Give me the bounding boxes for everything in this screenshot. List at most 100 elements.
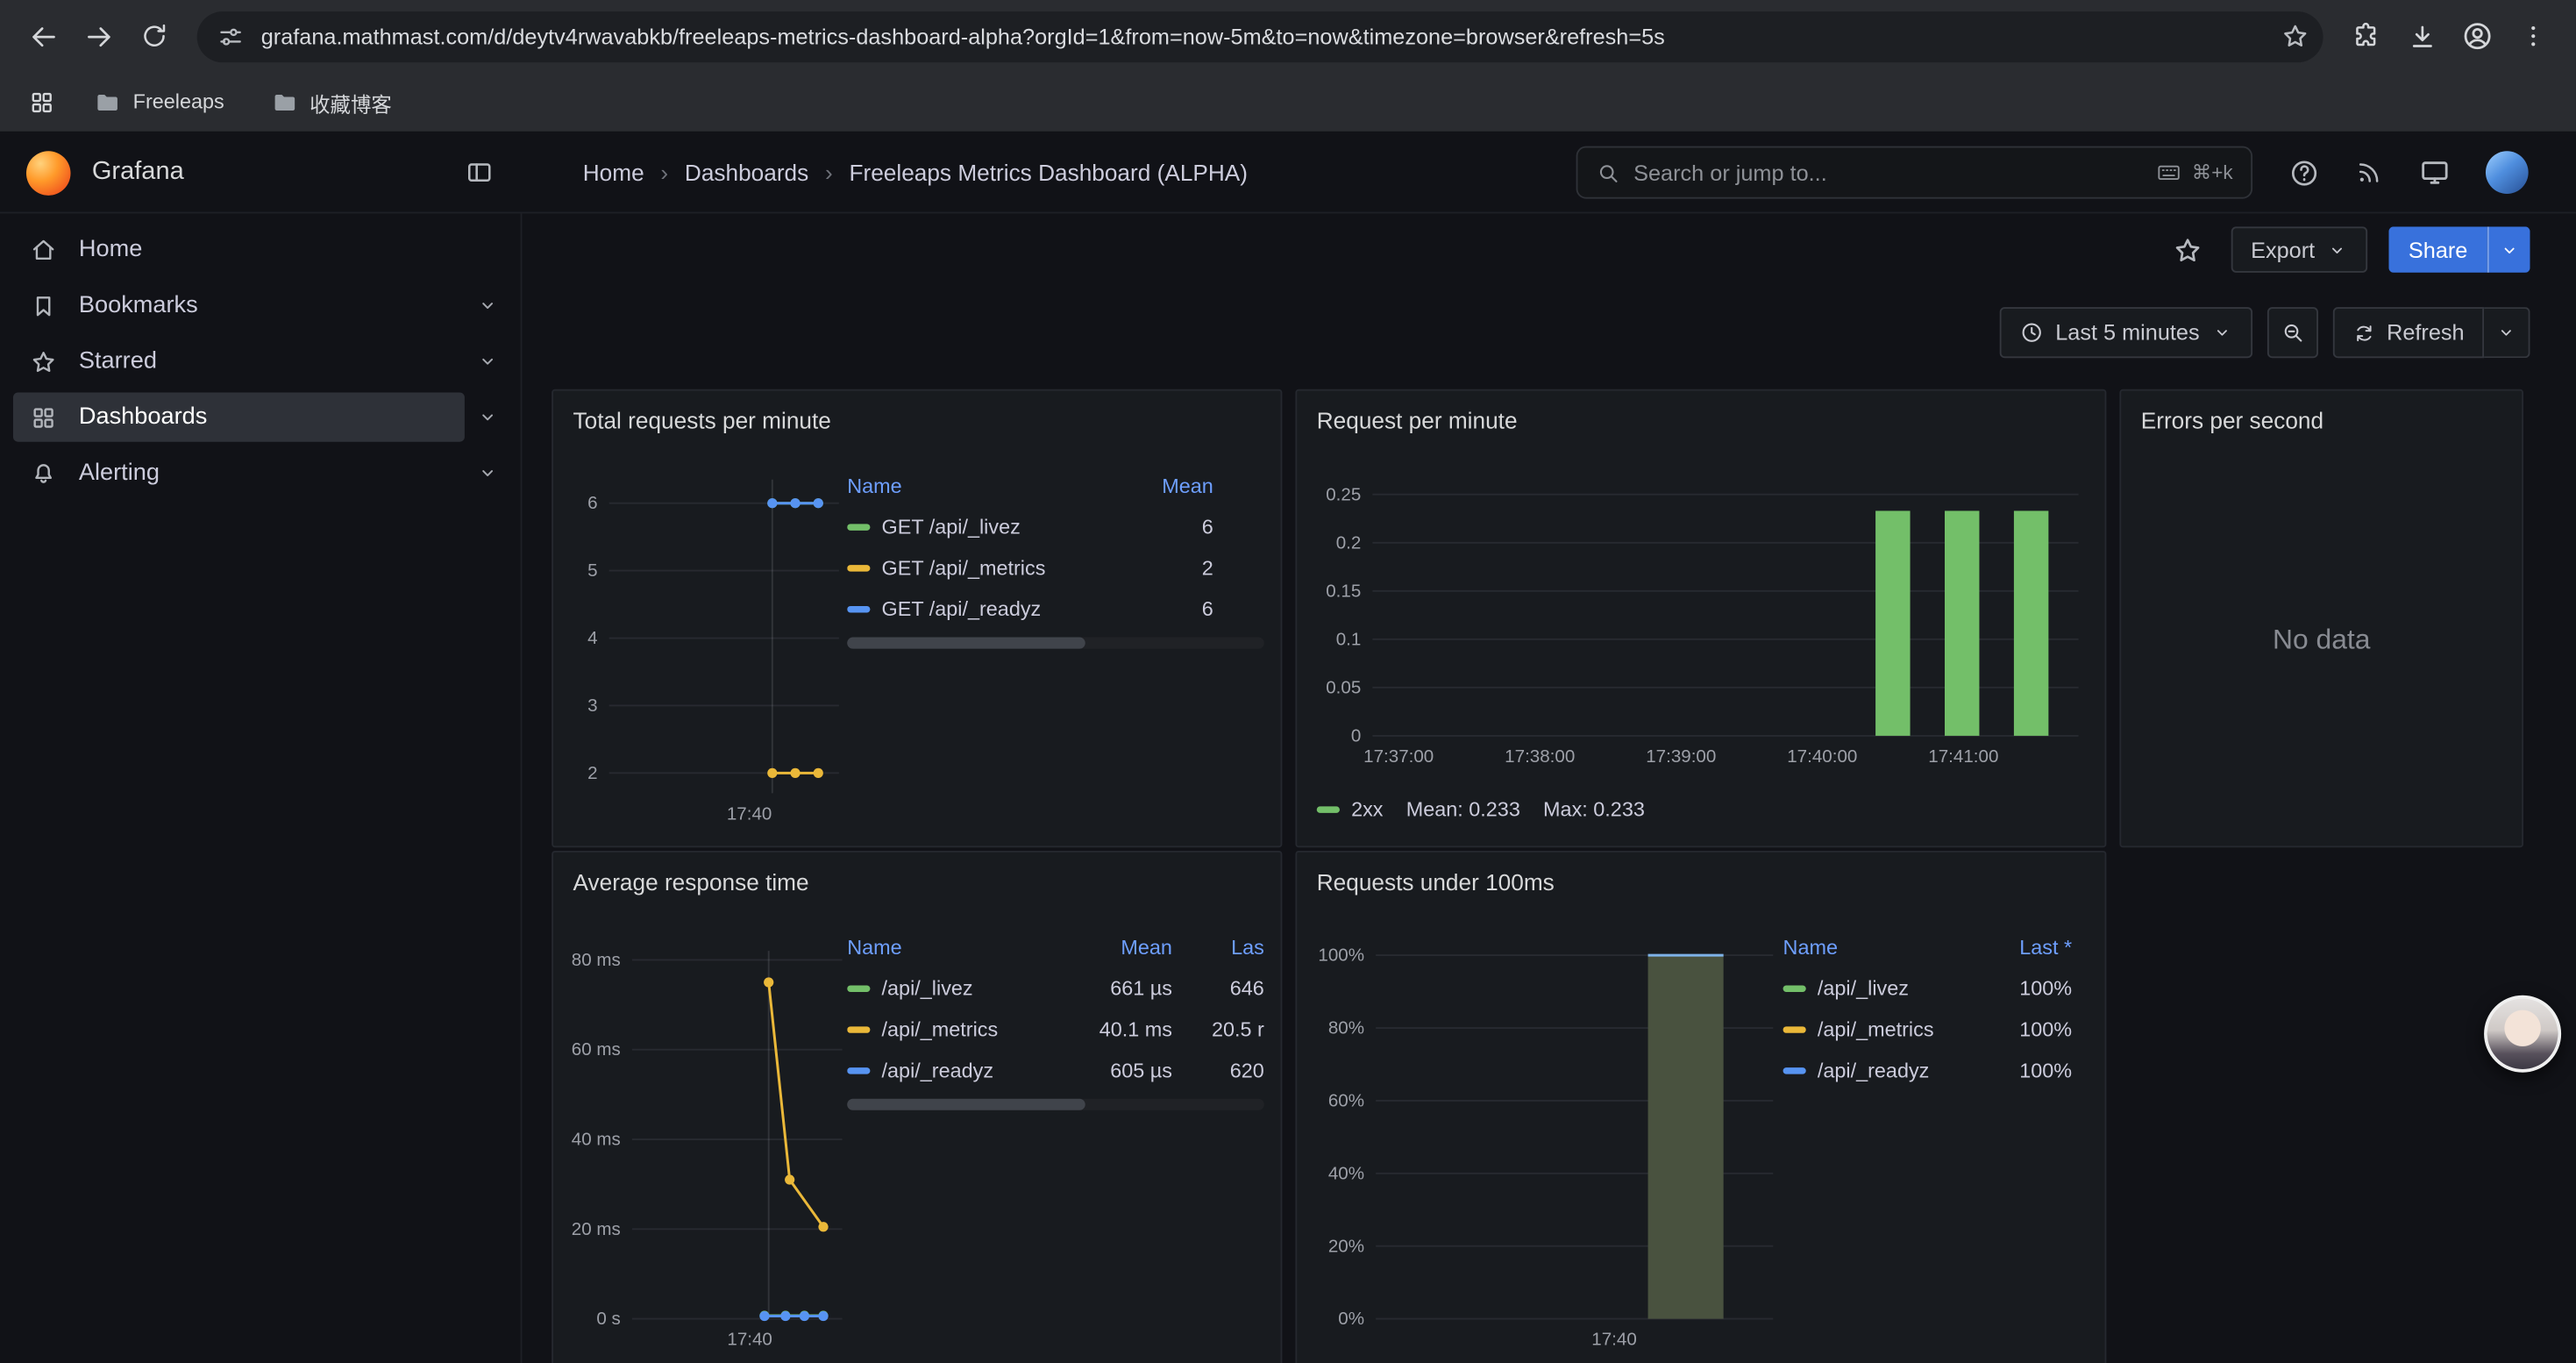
sidebar-row: Starred [13,337,510,386]
bookmark-label: 收藏博客 [310,86,392,118]
svg-text:0.25: 0.25 [1326,484,1361,504]
back-button[interactable] [17,10,69,62]
user-avatar[interactable] [2486,151,2529,194]
reload-icon [139,21,169,51]
panel-title[interactable]: Requests under 100ms [1297,853,2104,896]
series-toggle[interactable]: /api/_readyz [847,1059,1057,1081]
help-icon[interactable] [2288,157,2320,189]
series-toggle[interactable]: GET /api/_readyz [847,597,1202,620]
series-last: 20.5 r [1172,1017,1264,1040]
svg-text:20 ms: 20 ms [572,1219,621,1239]
series-mean: 6 [1202,597,1264,620]
profile-icon [2461,19,2494,52]
news-rss-icon[interactable] [2354,158,2384,188]
series-name: /api/_livez [882,976,973,999]
series-toggle[interactable]: /api/_livez [847,976,1057,999]
chevron-down-icon [476,350,499,373]
site-settings-icon[interactable] [217,22,245,50]
share-button[interactable]: Share [2388,226,2487,272]
panel-title[interactable]: Average response time [553,853,1281,896]
panel-title[interactable]: Total requests per minute [553,391,1281,434]
svg-text:17:41:00: 17:41:00 [1928,746,1998,767]
legend-col-name[interactable]: Name [847,936,1057,959]
sidebar-item-dashboards[interactable]: Dashboards [13,393,465,442]
forward-button[interactable] [72,10,125,62]
panel-title[interactable]: Request per minute [1297,391,2104,434]
legend-row: /api/_livez 661 µs 646 [847,967,1264,1009]
series-toggle[interactable]: /api/_metrics [847,1017,1057,1040]
legend-table: Name Mean GET /api/_livez 6 GET /api/_me… [847,467,1264,649]
breadcrumb: Home › Dashboards › Freeleaps Metrics Da… [583,132,1248,214]
series-toggle[interactable]: /api/_livez [1783,976,2020,999]
legend-row: /api/_livez 100% [1783,967,2082,1009]
downloads-button[interactable] [2395,10,2448,62]
legend-col-mean[interactable]: Mean [1057,936,1172,959]
address-bar[interactable]: grafana.mathmast.com/d/deytv4rwavabkb/fr… [197,11,2323,61]
sidebar-item-alerting[interactable]: Alerting [13,448,465,497]
favorite-dashboard-button[interactable] [2167,228,2210,271]
download-icon [2406,20,2437,52]
kiosk-monitor-icon[interactable] [2418,156,2451,189]
sidebar-item-bookmarks[interactable]: Bookmarks [13,281,465,330]
legend-col-last[interactable]: Last * [2019,936,2081,959]
svg-text:80 ms: 80 ms [572,950,621,970]
browser-menu-button[interactable] [2507,10,2559,62]
mega-menu-toggle-button[interactable] [457,149,502,195]
legend-col-last[interactable]: Las [1172,936,1264,959]
profile-button[interactable] [2451,10,2504,62]
svg-text:17:40: 17:40 [1591,1330,1637,1350]
reload-button[interactable] [128,10,181,62]
share-menu-button[interactable] [2487,226,2530,272]
bookmark-star-icon[interactable] [2281,21,2310,51]
series-color-swatch [847,985,870,991]
bookmark-folder-blogs[interactable]: 收藏博客 [255,81,406,124]
sidebar-expand-starred[interactable] [465,339,510,384]
legend-col-name[interactable]: Name [1783,936,2020,959]
time-range-picker[interactable]: Last 5 minutes [2000,307,2252,358]
series-toggle[interactable]: /api/_metrics [1783,1017,2020,1040]
legend-col-name[interactable]: Name [847,475,1162,497]
grafana-logo[interactable] [26,150,71,195]
sidebar-expand-alerting[interactable] [465,450,510,496]
legend-horizontal-scrollbar[interactable] [847,638,1264,649]
bookmark-folder-freeleaps[interactable]: Freeleaps [79,81,239,124]
series-toggle[interactable]: GET /api/_metrics [847,556,1202,579]
legend-table: Name Mean Las /api/_livez 661 µs 646 /ap… [847,928,1264,1110]
apps-shortcut-button[interactable] [19,81,62,124]
sidebar-expand-bookmarks[interactable] [465,282,510,328]
time-range-label: Last 5 minutes [2055,320,2199,345]
apps-grid-icon [27,88,55,116]
extensions-button[interactable] [2339,10,2392,62]
sidebar-expand-dashboards[interactable] [465,394,510,439]
series-toggle[interactable]: 2xx [1317,798,1384,821]
scrollbar-thumb[interactable] [847,638,1085,649]
sidebar-item-label: Dashboards [79,404,207,431]
breadcrumb-current: Freeleaps Metrics Dashboard (ALPHA) [849,160,1248,186]
zoom-out-icon [2280,320,2304,345]
refresh-interval-button[interactable] [2484,307,2530,358]
dashboard-main: Export Share Last 5 minutes [523,213,2576,1363]
sidebar-item-starred[interactable]: Starred [13,337,465,386]
sidebar-nav: Home Bookmarks Starred Dashboar [0,213,522,1363]
sidebar-item-home[interactable]: Home [13,225,510,275]
zoom-out-time-button[interactable] [2266,307,2317,358]
chevron-down-icon [2211,322,2232,343]
refresh-button[interactable]: Refresh [2332,307,2484,358]
series-toggle[interactable]: GET /api/_livez [847,515,1202,538]
dashboards-grid-icon [30,403,58,432]
floating-assistant-avatar[interactable] [2484,995,2561,1073]
export-button[interactable]: Export [2231,226,2367,272]
legend-row: /api/_metrics 100% [1783,1009,2082,1050]
chevron-down-icon [476,406,499,429]
scrollbar-thumb[interactable] [847,1099,1085,1110]
breadcrumb-home[interactable]: Home [583,160,644,186]
breadcrumb-dashboards[interactable]: Dashboards [685,160,808,186]
svg-text:0.2: 0.2 [1336,532,1362,553]
legend-horizontal-scrollbar[interactable] [847,1099,1264,1110]
search-input[interactable]: Search or jump to... ⌘+k [1576,146,2252,199]
series-toggle[interactable]: /api/_readyz [1783,1059,2020,1081]
legend-col-mean[interactable]: Mean [1162,475,1264,497]
bar-chart: 0.250.20.150.10.05017:37:0017:38:0017:39… [1310,473,2095,789]
legend-row: /api/_readyz 100% [1783,1050,2082,1091]
svg-text:17:40:00: 17:40:00 [1787,746,1857,767]
